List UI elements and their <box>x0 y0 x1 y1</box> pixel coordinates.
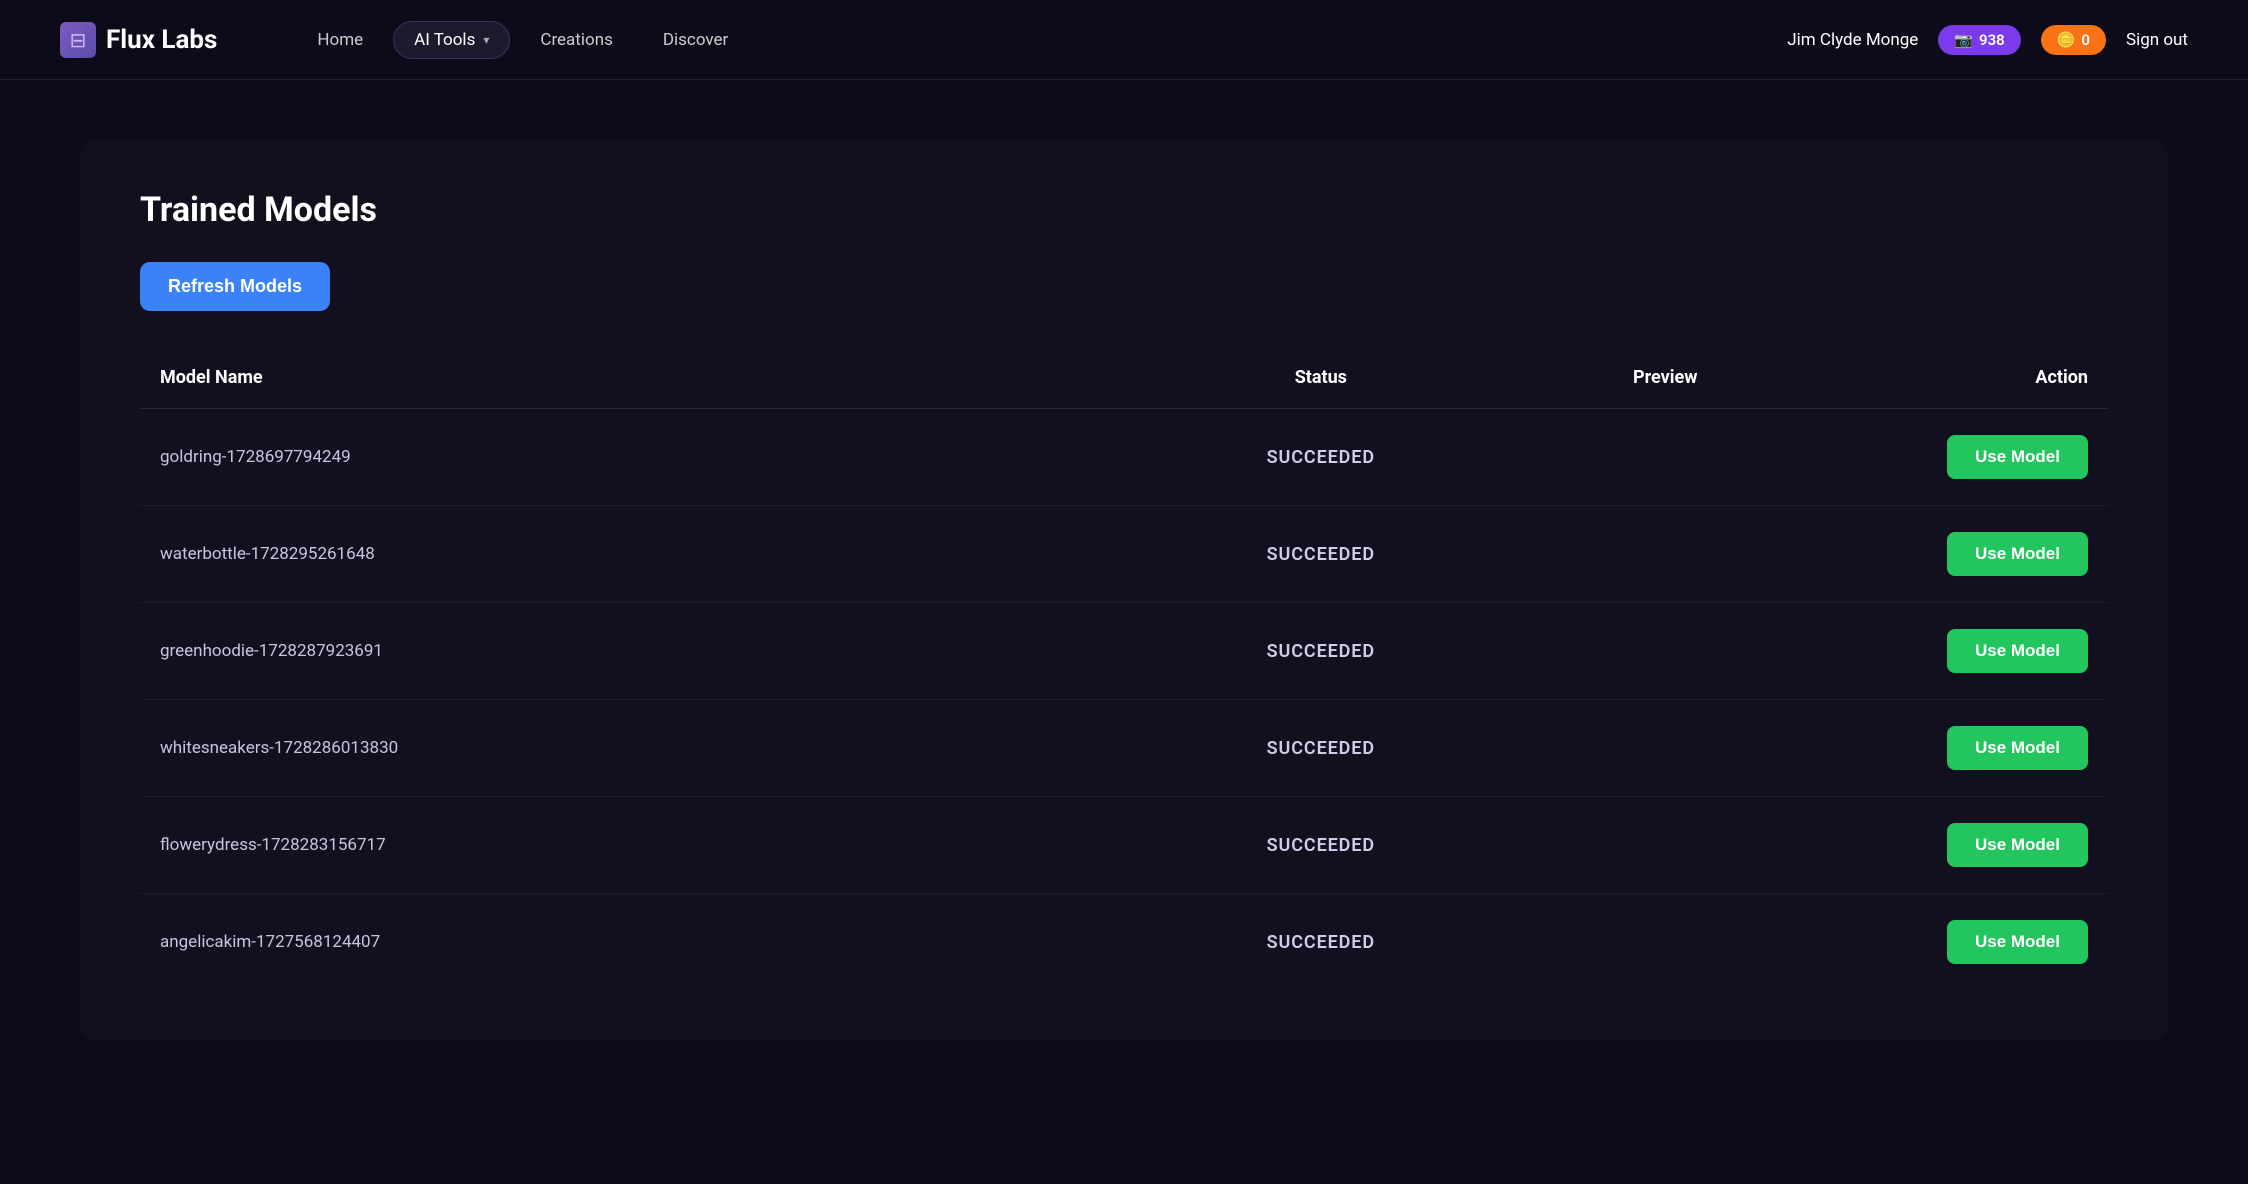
table-row: flowerydress-1728283156717SUCCEEDED Use M… <box>140 797 2108 894</box>
nav-home[interactable]: Home <box>297 22 383 58</box>
use-model-button[interactable]: Use Model <box>1947 726 2088 770</box>
table-row: goldring-1728697794249SUCCEEDED Use Model <box>140 409 2108 506</box>
logo-text: Flux Labs <box>106 25 217 55</box>
sign-out-button[interactable]: Sign out <box>2126 30 2188 50</box>
use-model-button[interactable]: Use Model <box>1947 629 2088 673</box>
use-model-button[interactable]: Use Model <box>1947 435 2088 479</box>
logo-icon: ⊟ <box>60 22 96 58</box>
model-name-cell: flowerydress-1728283156717 <box>140 797 1124 894</box>
model-name-cell: waterbottle-1728295261648 <box>140 506 1124 603</box>
nav-discover[interactable]: Discover <box>643 22 748 58</box>
model-name-cell: angelicakim-1727568124407 <box>140 894 1124 991</box>
col-header-preview: Preview <box>1518 351 1813 409</box>
action-cell: Use Model <box>1813 409 2108 506</box>
action-cell: Use Model <box>1813 700 2108 797</box>
col-header-status: Status <box>1124 351 1518 409</box>
table-row: whitesneakers-1728286013830SUCCEEDED Use … <box>140 700 2108 797</box>
col-header-model-name: Model Name <box>140 351 1124 409</box>
camera-icon: 📷 <box>1954 31 1973 49</box>
status-cell: SUCCEEDED <box>1124 506 1518 603</box>
username: Jim Clyde Monge <box>1787 30 1918 50</box>
preview-cell <box>1518 603 1813 700</box>
action-cell: Use Model <box>1813 797 2108 894</box>
action-cell: Use Model <box>1813 506 2108 603</box>
status-cell: SUCCEEDED <box>1124 409 1518 506</box>
nav-ai-tools[interactable]: AI Tools ▾ <box>393 21 510 59</box>
preview-cell <box>1518 409 1813 506</box>
preview-cell <box>1518 700 1813 797</box>
credits-orange-badge: 🪙 0 <box>2041 25 2106 55</box>
header-right: Jim Clyde Monge 📷 938 🪙 0 Sign out <box>1787 25 2188 55</box>
action-cell: Use Model <box>1813 894 2108 991</box>
model-name-cell: goldring-1728697794249 <box>140 409 1124 506</box>
table-row: waterbottle-1728295261648SUCCEEDED Use Mo… <box>140 506 2108 603</box>
page-title: Trained Models <box>140 190 2108 230</box>
status-cell: SUCCEEDED <box>1124 603 1518 700</box>
status-cell: SUCCEEDED <box>1124 700 1518 797</box>
preview-cell <box>1518 894 1813 991</box>
col-header-action: Action <box>1813 351 2108 409</box>
table-header-row: Model Name Status Preview Action <box>140 351 2108 409</box>
action-cell: Use Model <box>1813 603 2108 700</box>
model-name-cell: whitesneakers-1728286013830 <box>140 700 1124 797</box>
logo-area: ⊟ Flux Labs <box>60 22 217 58</box>
models-table: Model Name Status Preview Action goldrin… <box>140 351 2108 990</box>
credits-purple-badge: 📷 938 <box>1938 25 2020 55</box>
status-cell: SUCCEEDED <box>1124 894 1518 991</box>
coin-icon: 🪙 <box>2057 31 2076 49</box>
chevron-down-icon: ▾ <box>483 33 489 47</box>
table-row: greenhoodie-1728287923691SUCCEEDED Use Mo… <box>140 603 2108 700</box>
model-name-cell: greenhoodie-1728287923691 <box>140 603 1124 700</box>
refresh-models-button[interactable]: Refresh Models <box>140 262 330 311</box>
use-model-button[interactable]: Use Model <box>1947 823 2088 867</box>
preview-cell <box>1518 797 1813 894</box>
table-row: angelicakim-1727568124407SUCCEEDED Use Mo… <box>140 894 2108 991</box>
preview-cell <box>1518 506 1813 603</box>
main-nav: Home AI Tools ▾ Creations Discover <box>297 21 1787 59</box>
use-model-button[interactable]: Use Model <box>1947 920 2088 964</box>
nav-creations[interactable]: Creations <box>520 22 632 58</box>
content-card: Trained Models Refresh Models Model Name… <box>80 140 2168 1040</box>
status-cell: SUCCEEDED <box>1124 797 1518 894</box>
use-model-button[interactable]: Use Model <box>1947 532 2088 576</box>
